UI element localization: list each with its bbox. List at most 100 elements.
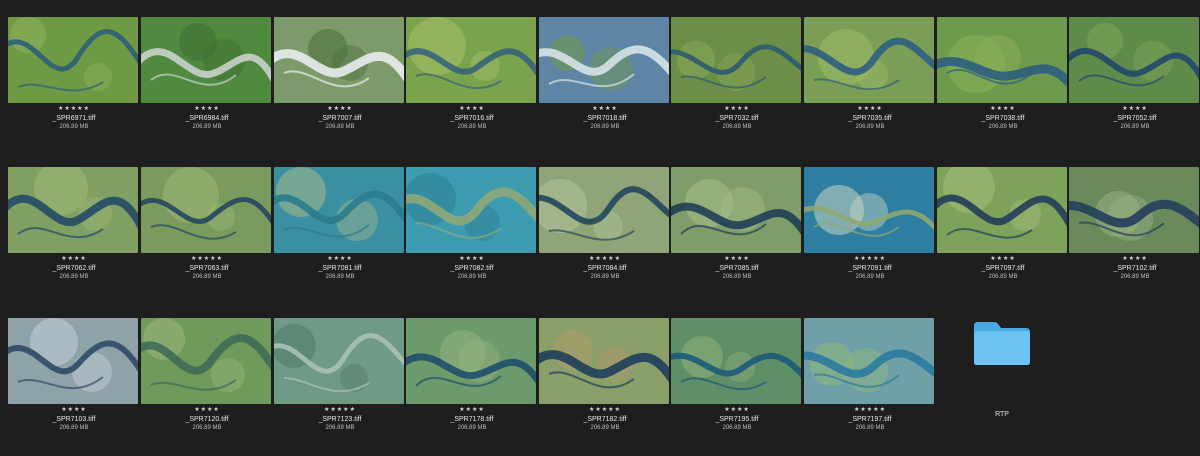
file-name[interactable]: _SPR7052.tiff	[1069, 114, 1200, 123]
file-thumbnail[interactable]	[8, 17, 138, 103]
file-thumbnail[interactable]	[274, 167, 404, 253]
file-name[interactable]: _SPR7182.tiff	[539, 415, 671, 424]
file-item[interactable]: ★★★★ _SPR7195.tiff 206.89 MB	[671, 318, 803, 432]
rating-stars: ★★★★★	[589, 256, 621, 262]
file-thumbnail[interactable]	[274, 17, 404, 103]
file-item[interactable]: ★★★★ _SPR7103.tiff 206.89 MB	[8, 318, 140, 432]
file-name[interactable]: _SPR7038.tiff	[937, 114, 1069, 123]
file-name[interactable]: _SPR7085.tiff	[671, 264, 803, 273]
file-name[interactable]: _SPR7195.tiff	[671, 415, 803, 424]
rating-stars: ★★★★	[327, 256, 353, 262]
rating-stars: ★★★★	[857, 106, 883, 112]
file-name[interactable]: _SPR7062.tiff	[8, 264, 140, 273]
file-thumbnail[interactable]	[8, 318, 138, 404]
file-size: 206.89 MB	[192, 274, 222, 280]
folder-icon[interactable]	[972, 320, 1032, 366]
file-thumbnail[interactable]	[804, 318, 934, 404]
file-thumbnail[interactable]	[141, 167, 271, 253]
file-size: 206.89 MB	[988, 274, 1018, 280]
file-item[interactable]: ★★★★★ _SPR7063.tiff 206.89 MB	[141, 167, 273, 281]
file-thumbnail[interactable]	[1069, 167, 1199, 253]
file-size: 206.89 MB	[192, 425, 222, 431]
rating-stars: ★★★★	[327, 106, 353, 112]
file-size: 206.89 MB	[1120, 274, 1150, 280]
file-item[interactable]: ★★★★★ _SPR7084.tiff 206.89 MB	[539, 167, 671, 281]
rating-stars: ★★★★	[724, 106, 750, 112]
file-item[interactable]: ★★★★ _SPR7007.tiff 206.89 MB	[274, 17, 406, 131]
file-item[interactable]: ★★★★ _SPR7102.tiff 206.89 MB	[1069, 167, 1200, 281]
file-item[interactable]: ★★★★★ _SPR7091.tiff 206.89 MB	[804, 167, 936, 281]
file-thumbnail[interactable]	[671, 318, 801, 404]
file-item[interactable]: ★★★★ _SPR7178.tiff 206.89 MB	[406, 318, 538, 432]
file-item[interactable]: ★★★★ _SPR6984.tiff 206.89 MB	[141, 17, 273, 131]
file-item[interactable]: ★★★★ _SPR7035.tiff 206.89 MB	[804, 17, 936, 131]
file-name[interactable]: _SPR6984.tiff	[141, 114, 273, 123]
file-thumbnail[interactable]	[141, 318, 271, 404]
rating-stars: ★★★★	[990, 256, 1016, 262]
file-name[interactable]: _SPR7084.tiff	[539, 264, 671, 273]
file-item[interactable]: ★★★★ _SPR7018.tiff 206.89 MB	[539, 17, 671, 131]
file-name[interactable]: _SPR7097.tiff	[937, 264, 1069, 273]
file-size: 206.89 MB	[457, 124, 487, 130]
file-size: 206.89 MB	[590, 425, 620, 431]
file-name[interactable]: _SPR7018.tiff	[539, 114, 671, 123]
file-item[interactable]: ★★★★ _SPR7016.tiff 206.89 MB	[406, 17, 538, 131]
file-name[interactable]: _SPR6971.tiff	[8, 114, 140, 123]
file-name[interactable]: _SPR7102.tiff	[1069, 264, 1200, 273]
file-name[interactable]: _SPR7063.tiff	[141, 264, 273, 273]
file-item[interactable]: ★★★★ _SPR7081.tiff 206.89 MB	[274, 167, 406, 281]
file-name[interactable]: _SPR7082.tiff	[406, 264, 538, 273]
file-thumbnail[interactable]	[274, 318, 404, 404]
file-thumbnail[interactable]	[406, 17, 536, 103]
rating-stars: ★★★★	[724, 256, 750, 262]
file-thumbnail[interactable]	[1069, 17, 1199, 103]
rating-stars: ★★★★★	[191, 256, 223, 262]
rating-stars: ★★★★	[1122, 256, 1148, 262]
file-name[interactable]: _SPR7035.tiff	[804, 114, 936, 123]
file-name[interactable]: _SPR7091.tiff	[804, 264, 936, 273]
file-icon-grid: ★★★★★ _SPR6971.tiff 206.89 MB ★★★★ _SPR6984…	[0, 0, 1200, 456]
file-thumbnail[interactable]	[539, 17, 669, 103]
file-name[interactable]: _SPR7197.tiff	[804, 415, 936, 424]
file-item[interactable]: ★★★★ _SPR7085.tiff 206.89 MB	[671, 167, 803, 281]
file-item[interactable]: ★★★★★ _SPR7123.tiff 206.89 MB	[274, 318, 406, 432]
file-thumbnail[interactable]	[671, 17, 801, 103]
file-name[interactable]: _SPR7123.tiff	[274, 415, 406, 424]
file-thumbnail[interactable]	[804, 167, 934, 253]
rating-stars: ★★★★	[592, 106, 618, 112]
file-thumbnail[interactable]	[539, 318, 669, 404]
file-thumbnail[interactable]	[937, 167, 1067, 253]
file-item[interactable]: ★★★★★ _SPR6971.tiff 206.89 MB	[8, 17, 140, 131]
file-size: 206.89 MB	[855, 124, 885, 130]
file-item[interactable]: ★★★★★ _SPR7197.tiff 206.89 MB	[804, 318, 936, 432]
file-thumbnail[interactable]	[141, 17, 271, 103]
file-name[interactable]: _SPR7178.tiff	[406, 415, 538, 424]
file-thumbnail[interactable]	[406, 167, 536, 253]
rating-stars: ★★★★★	[589, 407, 621, 413]
file-name[interactable]: _SPR7016.tiff	[406, 114, 538, 123]
file-item[interactable]: ★★★★★ _SPR7182.tiff 206.89 MB	[539, 318, 671, 432]
file-size: 206.89 MB	[1120, 124, 1150, 130]
file-size: 206.89 MB	[855, 425, 885, 431]
file-name[interactable]: _SPR7032.tiff	[671, 114, 803, 123]
file-item[interactable]: ★★★★ _SPR7032.tiff 206.89 MB	[671, 17, 803, 131]
file-size: 206.89 MB	[325, 274, 355, 280]
file-thumbnail[interactable]	[937, 17, 1067, 103]
file-thumbnail[interactable]	[671, 167, 801, 253]
file-thumbnail[interactable]	[406, 318, 536, 404]
file-name[interactable]: _SPR7103.tiff	[8, 415, 140, 424]
file-item[interactable]: ★★★★ _SPR7052.tiff 206.89 MB	[1069, 17, 1200, 131]
file-thumbnail[interactable]	[539, 167, 669, 253]
file-size: 206.89 MB	[855, 274, 885, 280]
file-thumbnail[interactable]	[804, 17, 934, 103]
file-name[interactable]: _SPR7007.tiff	[274, 114, 406, 123]
file-name[interactable]: _SPR7120.tiff	[141, 415, 273, 424]
file-item[interactable]: ★★★★ _SPR7120.tiff 206.89 MB	[141, 318, 273, 432]
file-size: 206.89 MB	[59, 425, 89, 431]
file-item[interactable]: ★★★★ _SPR7062.tiff 206.89 MB	[8, 167, 140, 281]
file-thumbnail[interactable]	[8, 167, 138, 253]
file-name[interactable]: _SPR7081.tiff	[274, 264, 406, 273]
file-item[interactable]: ★★★★ _SPR7097.tiff 206.89 MB	[937, 167, 1069, 281]
file-item[interactable]: ★★★★ _SPR7082.tiff 206.89 MB	[406, 167, 538, 281]
file-item[interactable]: ★★★★ _SPR7038.tiff 206.89 MB	[937, 17, 1069, 131]
